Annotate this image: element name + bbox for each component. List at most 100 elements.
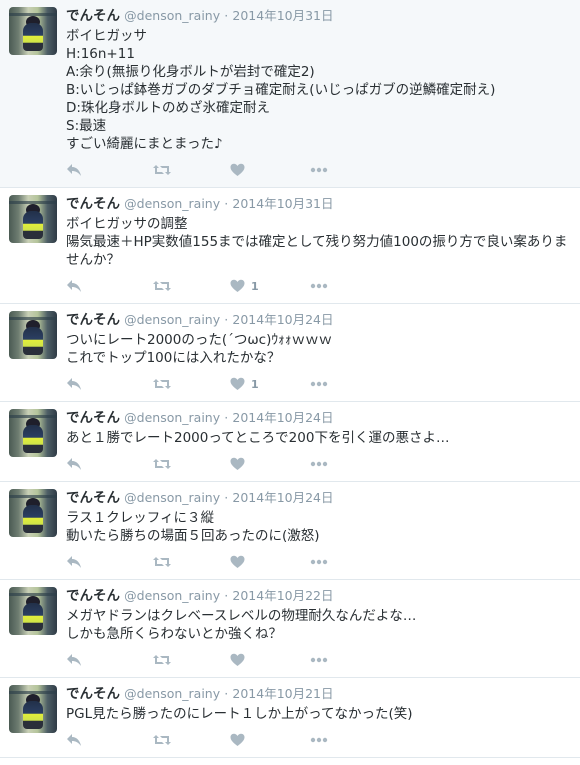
avatar[interactable]	[9, 409, 57, 457]
retweet-button[interactable]	[152, 163, 230, 177]
tweet-text: ついにレート2000のった(´つωc)ｳｫｫｗｗｗ これでトップ100には入れた…	[66, 332, 333, 366]
avatar[interactable]	[9, 489, 57, 537]
tweet-actions	[66, 153, 570, 187]
like-button[interactable]	[230, 653, 310, 667]
more-button[interactable]	[310, 381, 350, 387]
reply-button[interactable]	[66, 377, 152, 391]
user-handle[interactable]: @denson_rainy	[124, 196, 220, 211]
like-count: 1	[251, 377, 259, 391]
heart-icon	[230, 555, 245, 569]
reply-icon	[66, 733, 83, 747]
reply-icon	[66, 555, 83, 569]
more-button[interactable]	[310, 167, 350, 173]
reply-button[interactable]	[66, 457, 152, 471]
more-icon	[310, 283, 328, 289]
retweet-button[interactable]	[152, 377, 230, 391]
retweet-button[interactable]	[152, 555, 230, 569]
more-icon	[310, 737, 328, 743]
tweet-header: でんそん @denson_rainy · 2014年10月21日	[66, 685, 570, 704]
tweet-text: あと１勝でレート2000ってところで200下を引く運の悪さよ…	[66, 430, 450, 446]
like-button[interactable]	[230, 163, 310, 177]
avatar[interactable]	[9, 195, 57, 243]
like-button[interactable]	[230, 733, 310, 747]
user-name[interactable]: でんそん	[66, 686, 120, 702]
tweet-date[interactable]: 2014年10月31日	[232, 196, 333, 211]
more-button[interactable]	[310, 657, 350, 663]
more-icon	[310, 381, 328, 387]
tweet-header: でんそん @denson_rainy · 2014年10月31日	[66, 7, 570, 26]
reply-icon	[66, 279, 83, 293]
retweet-button[interactable]	[152, 733, 230, 747]
tweet-header: でんそん @denson_rainy · 2014年10月24日	[66, 409, 570, 428]
avatar[interactable]	[9, 311, 57, 359]
reply-icon	[66, 377, 83, 391]
user-handle[interactable]: @denson_rainy	[124, 490, 220, 505]
avatar-figure-body	[23, 505, 43, 533]
more-button[interactable]	[310, 737, 350, 743]
tweet[interactable]: でんそん @denson_rainy · 2014年10月22日 メガヤドランは…	[0, 580, 580, 678]
retweet-icon	[152, 377, 172, 391]
tweet-date[interactable]: 2014年10月21日	[232, 686, 333, 701]
header-separator: ·	[224, 196, 229, 211]
tweet[interactable]: でんそん @denson_rainy · 2014年10月24日 ラス１クレッフ…	[0, 482, 580, 580]
like-button[interactable]: 1	[230, 377, 310, 391]
timeline: でんそん @denson_rainy · 2014年10月31日 ボイヒガッサ …	[0, 0, 580, 758]
tweet-header: でんそん @denson_rainy · 2014年10月31日	[66, 195, 570, 214]
tweet[interactable]: でんそん @denson_rainy · 2014年10月31日 ボイヒガッサの…	[0, 188, 580, 304]
tweet-date[interactable]: 2014年10月24日	[232, 490, 333, 505]
like-button[interactable]: 1	[230, 279, 310, 293]
tweet-text: ラス１クレッフィに３縦 動いたら勝ちの場面５回あったのに(激怒)	[66, 510, 320, 544]
tweet[interactable]: でんそん @denson_rainy · 2014年10月24日 あと１勝でレー…	[0, 402, 580, 482]
retweet-button[interactable]	[152, 653, 230, 667]
more-button[interactable]	[310, 283, 350, 289]
tweet-date[interactable]: 2014年10月31日	[232, 8, 333, 23]
user-handle[interactable]: @denson_rainy	[124, 410, 220, 425]
avatar[interactable]	[9, 685, 57, 733]
user-name[interactable]: でんそん	[66, 312, 120, 328]
reply-button[interactable]	[66, 279, 152, 293]
tweet-date[interactable]: 2014年10月24日	[232, 410, 333, 425]
like-count: 1	[251, 279, 259, 293]
tweet-header: でんそん @denson_rainy · 2014年10月24日	[66, 311, 570, 330]
retweet-icon	[152, 555, 172, 569]
tweet[interactable]: でんそん @denson_rainy · 2014年10月24日 ついにレート2…	[0, 304, 580, 402]
reply-button[interactable]	[66, 555, 152, 569]
retweet-icon	[152, 733, 172, 747]
like-button[interactable]	[230, 457, 310, 471]
tweet-text: PGL見たら勝ったのにレート１しか上がってなかった(笑)	[66, 706, 413, 722]
user-name[interactable]: でんそん	[66, 410, 120, 426]
avatar[interactable]	[9, 587, 57, 635]
more-icon	[310, 167, 328, 173]
tweet-actions: 1	[66, 367, 570, 401]
user-handle[interactable]: @denson_rainy	[124, 312, 220, 327]
user-handle[interactable]: @denson_rainy	[124, 686, 220, 701]
tweet[interactable]: でんそん @denson_rainy · 2014年10月21日 PGL見たら勝…	[0, 678, 580, 758]
user-handle[interactable]: @denson_rainy	[124, 8, 220, 23]
reply-button[interactable]	[66, 733, 152, 747]
tweet-actions: 1	[66, 269, 570, 303]
header-separator: ·	[224, 312, 229, 327]
retweet-button[interactable]	[152, 279, 230, 293]
tweet[interactable]: でんそん @denson_rainy · 2014年10月31日 ボイヒガッサ …	[0, 0, 580, 188]
user-name[interactable]: でんそん	[66, 196, 120, 212]
user-name[interactable]: でんそん	[66, 8, 120, 24]
header-separator: ·	[224, 686, 229, 701]
more-button[interactable]	[310, 559, 350, 565]
user-name[interactable]: でんそん	[66, 588, 120, 604]
reply-button[interactable]	[66, 163, 152, 177]
retweet-button[interactable]	[152, 457, 230, 471]
avatar-figure-body	[23, 23, 43, 51]
reply-button[interactable]	[66, 653, 152, 667]
retweet-icon	[152, 163, 172, 177]
user-handle[interactable]: @denson_rainy	[124, 588, 220, 603]
tweet-date[interactable]: 2014年10月22日	[232, 588, 333, 603]
user-name[interactable]: でんそん	[66, 490, 120, 506]
more-button[interactable]	[310, 461, 350, 467]
heart-icon	[230, 279, 245, 293]
like-button[interactable]	[230, 555, 310, 569]
tweet-actions	[66, 643, 570, 677]
avatar[interactable]	[9, 7, 57, 55]
tweet-date[interactable]: 2014年10月24日	[232, 312, 333, 327]
reply-icon	[66, 163, 83, 177]
retweet-icon	[152, 279, 172, 293]
